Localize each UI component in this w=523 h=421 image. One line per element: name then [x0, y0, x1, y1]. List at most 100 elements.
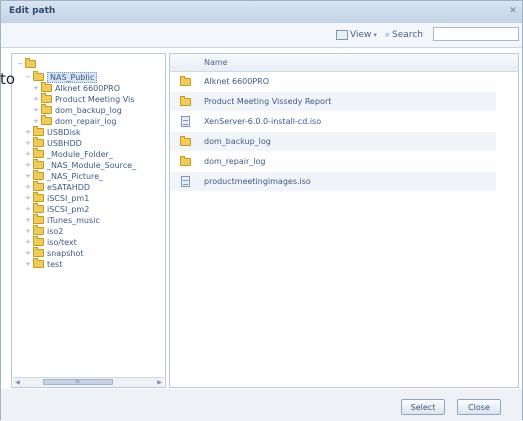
tree-node-label: iso2: [47, 226, 64, 236]
folder-icon: [180, 135, 191, 146]
tree-node-label: iSCSI_pm2: [47, 204, 90, 214]
folder-icon: [33, 236, 44, 246]
edit-path-dialog: Edit path ✕ View ▾ ⌕ Search − − NAS_Publi…: [0, 0, 523, 421]
file-icon: [181, 176, 190, 187]
search-input[interactable]: [433, 27, 519, 41]
folder-icon: [33, 148, 44, 158]
file-list: Name Alknet 6600PRO Product Meeting Visse…: [169, 53, 519, 388]
list-item[interactable]: productmeetingimages.iso: [170, 172, 496, 191]
folder-icon: [33, 214, 44, 224]
close-icon[interactable]: ✕: [508, 6, 518, 16]
close-button[interactable]: Close: [457, 399, 501, 415]
folder-icon: [33, 181, 44, 191]
tree-node-label: test: [47, 259, 63, 269]
tree-node-label: NAS_Public: [47, 71, 98, 83]
folder-icon: [41, 104, 52, 114]
tree-node-label: _Module_Folder_: [47, 149, 113, 159]
collapse-icon[interactable]: −: [24, 73, 32, 81]
scrollbar-thumb[interactable]: ≡: [43, 378, 113, 385]
expand-icon[interactable]: +: [24, 194, 32, 202]
expand-icon[interactable]: +: [24, 238, 32, 246]
list-item[interactable]: Alknet 6600PRO: [170, 72, 496, 91]
view-button[interactable]: View ▾: [336, 28, 377, 42]
expand-icon[interactable]: +: [24, 260, 32, 268]
tree-node-label: _NAS_Module_Source_: [47, 160, 137, 170]
search-button[interactable]: ⌕ Search: [385, 28, 423, 42]
expand-icon[interactable]: +: [24, 128, 32, 136]
tree-node-label: Alknet 6600PRO: [55, 83, 121, 93]
tree-node-label: iSCSI_pm1: [47, 193, 90, 203]
expand-icon[interactable]: +: [24, 139, 32, 147]
list-item[interactable]: dom_backup_log: [170, 132, 496, 151]
view-icon: [336, 30, 348, 40]
expand-icon[interactable]: +: [32, 106, 40, 114]
list-item[interactable]: Product Meeting Vissedy Report: [170, 92, 496, 111]
tree-root[interactable]: −: [16, 58, 39, 70]
expand-icon[interactable]: +: [24, 183, 32, 191]
expand-icon[interactable]: +: [32, 95, 40, 103]
folder-icon: [33, 71, 44, 81]
search-icon: ⌕: [385, 30, 391, 40]
title-bar[interactable]: Edit path ✕: [1, 1, 522, 24]
expand-icon[interactable]: +: [24, 227, 32, 235]
expand-icon[interactable]: +: [24, 172, 32, 180]
folder-icon: [33, 203, 44, 213]
search-label: Search: [392, 30, 423, 40]
tree-node-label: dom_repair_log: [55, 116, 117, 126]
tree-node-label: iso/text: [47, 237, 77, 247]
overlay-text: to: [0, 70, 16, 88]
folder-icon: [180, 75, 191, 86]
scroll-left-icon[interactable]: ◀: [13, 378, 22, 387]
list-item[interactable]: XenServer-6.0.0-install-cd.iso: [170, 112, 496, 131]
folder-icon: [33, 258, 44, 268]
chevron-down-icon: ▾: [373, 31, 377, 39]
collapse-icon[interactable]: −: [16, 60, 24, 68]
list-item-name: XenServer-6.0.0-install-cd.iso: [204, 117, 322, 126]
list-item-name: Product Meeting Vissedy Report: [204, 97, 332, 106]
expand-icon[interactable]: +: [24, 161, 32, 169]
tree-node-label: snapshot: [47, 248, 84, 258]
tree-horizontal-scrollbar[interactable]: ◀ ≡ ▶: [13, 377, 164, 387]
scroll-right-icon[interactable]: ▶: [155, 378, 164, 387]
folder-icon: [33, 225, 44, 235]
expand-icon[interactable]: +: [24, 205, 32, 213]
list-item-name: dom_backup_log: [204, 137, 271, 146]
list-item-name: dom_repair_log: [204, 157, 266, 166]
list-item[interactable]: dom_repair_log: [170, 152, 496, 171]
grip-icon: ≡: [75, 378, 81, 385]
toolbar: View ▾ ⌕ Search: [1, 23, 522, 48]
expand-icon[interactable]: +: [32, 117, 40, 125]
tree-node-label: eSATAHDD: [47, 182, 91, 192]
folder-icon: [41, 93, 52, 103]
folder-icon: [180, 95, 191, 106]
column-name-header[interactable]: Name: [204, 58, 228, 67]
expand-icon[interactable]: +: [24, 249, 32, 257]
tree-node-label: iTunes_music: [47, 215, 100, 225]
folder-icon: [41, 115, 52, 125]
folder-icon: [33, 137, 44, 147]
tree-node-label: dom_backup_log: [55, 105, 122, 115]
file-icon: [181, 116, 190, 127]
folder-icon: [25, 58, 36, 68]
expand-icon[interactable]: +: [24, 150, 32, 158]
tree-node-label: USBHDD: [47, 138, 82, 148]
folder-icon: [180, 155, 191, 166]
tree-node-label: USBDisk: [47, 127, 81, 137]
dialog-title: Edit path: [9, 6, 56, 16]
tree-node-label: Product Meeting Vis: [55, 94, 135, 104]
folder-tree: − − NAS_Public + Alknet 6600PRO + Product Mee…: [11, 53, 166, 388]
folder-icon: [33, 159, 44, 169]
list-item-name: productmeetingimages.iso: [204, 177, 311, 186]
list-header[interactable]: Name: [170, 54, 518, 72]
tree-node-label: _NAS_Picture_: [47, 171, 104, 181]
expand-icon[interactable]: +: [32, 84, 40, 92]
expand-icon[interactable]: +: [24, 216, 32, 224]
folder-icon: [33, 170, 44, 180]
tree-node[interactable]: + test: [24, 258, 62, 270]
folder-icon: [41, 82, 52, 92]
folder-icon: [33, 192, 44, 202]
dialog-footer: Select Close: [1, 389, 522, 421]
folder-icon: [33, 247, 44, 257]
list-item-name: Alknet 6600PRO: [204, 77, 270, 86]
select-button[interactable]: Select: [401, 399, 445, 415]
